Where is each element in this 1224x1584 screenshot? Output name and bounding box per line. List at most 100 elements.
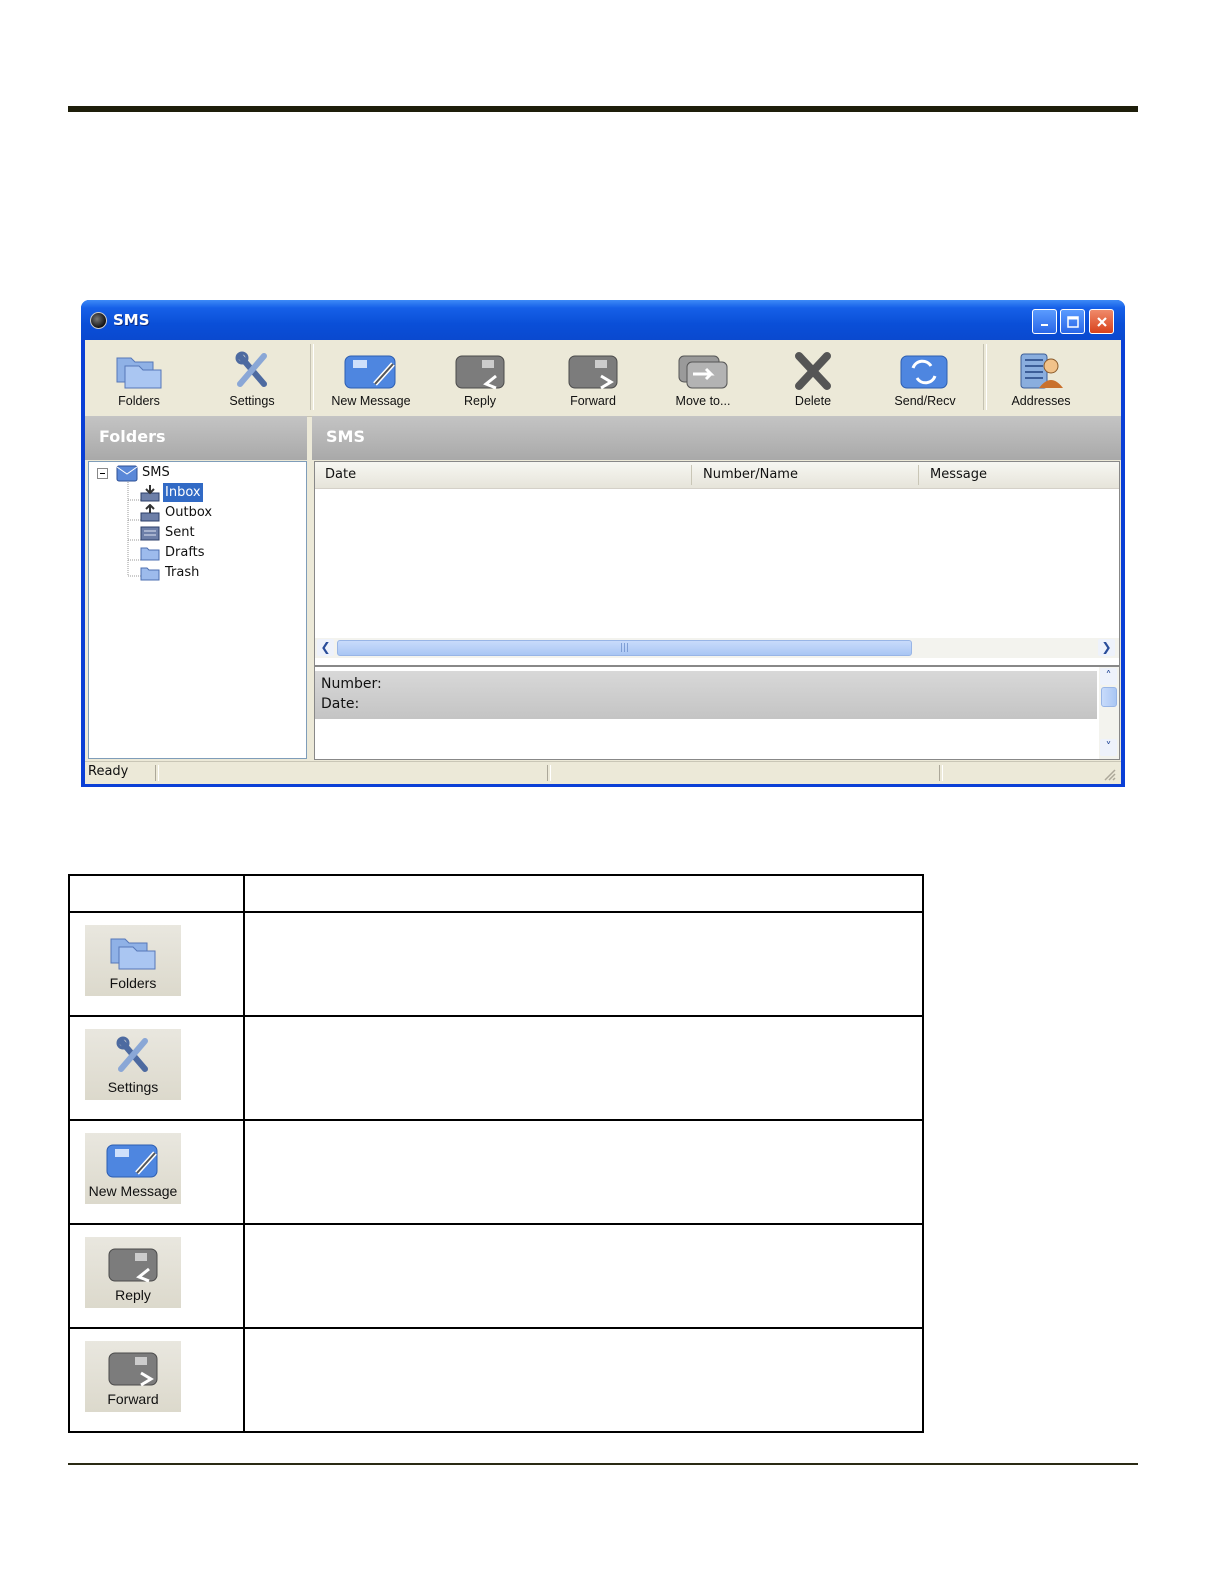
vertical-scroll-thumb[interactable] [1101, 687, 1117, 707]
new-message-icon [344, 355, 396, 389]
delete-button[interactable]: Delete [763, 344, 863, 414]
folders-button[interactable]: Folders [89, 344, 189, 414]
reply-icon [455, 355, 505, 390]
table-cell-icon: Forward [68, 1327, 245, 1433]
addresses-button[interactable]: Addresses [991, 344, 1091, 414]
tree-lines [127, 482, 141, 577]
tree-item-inbox[interactable]: Inbox [163, 483, 203, 502]
forward-icon [568, 355, 618, 390]
send-recv-button[interactable]: Send/Recv [875, 344, 975, 414]
settings-icon [116, 1036, 148, 1072]
scroll-right-button[interactable]: ❯ [1098, 639, 1115, 656]
new-message-label: New Message [331, 394, 411, 408]
toolbar-separator [983, 344, 987, 410]
table-cell-icon: New Message [68, 1119, 245, 1225]
minimize-icon [1040, 323, 1048, 326]
status-bar: Ready [85, 761, 1121, 784]
table-row: Folders [68, 911, 924, 1017]
folders-icon [110, 938, 156, 970]
horizontal-scrollbar[interactable]: ❮ ||| ❯ [315, 638, 1119, 658]
table-cell-icon: Settings [68, 1015, 245, 1121]
message-detail: Number: Date: ˄ ˅ [314, 666, 1120, 760]
status-divider [155, 765, 159, 781]
folders-label: Folders [118, 394, 160, 408]
thumbnail-label: Reply [115, 1287, 151, 1303]
window-client: Folders Settings New Message Reply Forwa… [85, 340, 1121, 784]
move-to-button[interactable]: Move to... [653, 344, 753, 414]
maximize-icon [1066, 315, 1079, 328]
tree-item-trash[interactable]: Trash [165, 563, 199, 582]
tree-item-sent[interactable]: Sent [165, 523, 195, 542]
scroll-left-button[interactable]: ❮ [317, 639, 334, 656]
table-cell-icon: Reply [68, 1223, 245, 1329]
delete-label: Delete [794, 394, 832, 408]
table-cell-description [243, 911, 924, 1017]
addresses-icon [1020, 353, 1063, 389]
outbox-icon [140, 504, 160, 522]
tree-item-sms[interactable]: SMS [142, 463, 170, 482]
forward-label: Forward [570, 394, 616, 408]
table-cell-description [243, 1015, 924, 1121]
column-date[interactable]: Date [325, 467, 356, 482]
settings-icon [235, 351, 267, 387]
folders-header: Folders [85, 416, 307, 460]
tree-item-outbox[interactable]: Outbox [165, 503, 212, 522]
new-message-button[interactable]: New Message [321, 344, 421, 414]
app-icon [90, 312, 107, 329]
message-list: Date Number/Name Message ❮ ||| ❯ [314, 461, 1120, 666]
sms-window: SMS Folders Settings New Message Reply F… [81, 300, 1125, 787]
minimize-button[interactable] [1032, 309, 1057, 334]
tree-item-drafts[interactable]: Drafts [165, 543, 205, 562]
table-header-row [68, 874, 924, 913]
table-row: Settings [68, 1015, 924, 1121]
window-title: SMS [113, 311, 150, 329]
new-message-thumbnail: New Message [85, 1133, 181, 1204]
toolbar: Folders Settings New Message Reply Forwa… [85, 340, 1121, 417]
forward-button[interactable]: Forward [543, 344, 643, 414]
title-bar[interactable]: SMS [81, 300, 1125, 340]
forward-thumbnail: Forward [85, 1341, 181, 1412]
table-row: Reply [68, 1223, 924, 1329]
list-header: SMS [312, 416, 1121, 460]
move-to-label: Move to... [675, 394, 731, 408]
toolbar-separator [310, 344, 314, 410]
move-to-icon [678, 355, 728, 389]
toolbar-icons-table: Folders Settings New Message Reply Forwa… [68, 874, 924, 1434]
sms-folder-icon [116, 465, 138, 482]
vertical-scrollbar[interactable]: ˄ ˅ [1099, 667, 1119, 759]
column-header: Date Number/Name Message [315, 462, 1119, 489]
send-recv-icon [900, 355, 948, 389]
column-number-name[interactable]: Number/Name [703, 467, 798, 482]
close-button[interactable] [1089, 309, 1114, 334]
new-message-icon [106, 1144, 158, 1178]
thumbnail-label: Forward [107, 1391, 159, 1407]
settings-button[interactable]: Settings [202, 344, 302, 414]
addresses-label: Addresses [1011, 394, 1071, 408]
reply-button[interactable]: Reply [430, 344, 530, 414]
sent-icon [140, 526, 160, 541]
maximize-button[interactable] [1060, 309, 1085, 334]
table-cell-description [243, 1327, 924, 1433]
column-divider[interactable] [691, 465, 692, 485]
collapse-icon[interactable] [97, 468, 109, 480]
resize-grip-icon[interactable] [1103, 768, 1117, 782]
table-row: Forward [68, 1327, 924, 1433]
footer-rule [68, 1463, 1138, 1465]
settings-label: Settings [229, 394, 275, 408]
detail-info: Number: Date: [315, 671, 1097, 719]
date-label: Date: [321, 696, 360, 712]
reply-thumbnail: Reply [85, 1237, 181, 1308]
delete-icon [795, 352, 831, 390]
number-label: Number: [321, 676, 382, 692]
folder-tree: SMS Inbox Outbox Sent Drafts Trash [88, 461, 307, 759]
column-message[interactable]: Message [930, 467, 987, 482]
folders-icon [116, 357, 162, 389]
table-header-cell [243, 874, 924, 913]
table-header-cell [68, 874, 245, 913]
scroll-down-icon[interactable]: ˅ [1100, 739, 1117, 756]
inbox-icon [140, 485, 160, 502]
column-divider[interactable] [918, 465, 919, 485]
horizontal-scroll-thumb[interactable]: ||| [337, 640, 912, 656]
scroll-up-icon[interactable]: ˄ [1100, 668, 1117, 685]
drafts-folder-icon [140, 547, 160, 561]
